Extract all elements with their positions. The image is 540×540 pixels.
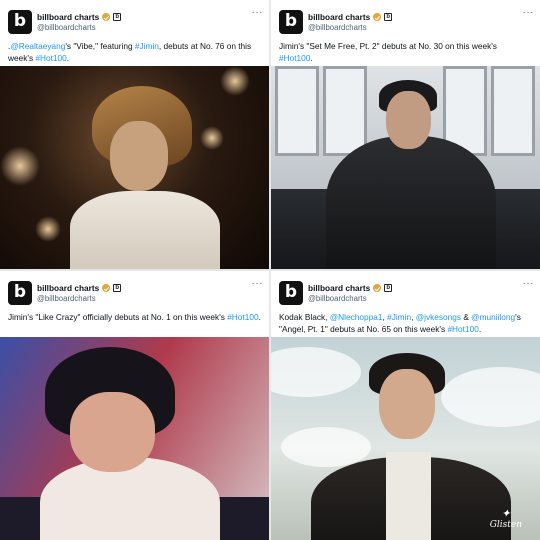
verified-badge-icon — [373, 284, 382, 292]
more-options-icon[interactable]: ··· — [252, 279, 264, 289]
verified-badge-icon — [102, 284, 111, 292]
tweet-text-segment: Kodak Black, — [279, 312, 330, 322]
more-options-icon[interactable]: ··· — [523, 8, 535, 18]
affiliate-badge-icon: b — [384, 284, 393, 292]
tweet-header: b billboard charts b @billboardcharts ··… — [8, 279, 263, 307]
affiliate-badge-icon: b — [113, 13, 122, 21]
account-name[interactable]: billboard charts — [37, 12, 99, 22]
tweet-header: b billboard charts b @billboardcharts ··… — [279, 8, 534, 36]
watermark-text: Glisten — [489, 520, 522, 530]
avatar[interactable]: b — [279, 281, 303, 305]
tweet-text-segment: Jimin's "Like Crazy" officially debuts a… — [8, 312, 228, 322]
name-row: billboard charts b — [308, 11, 393, 23]
tweet-text-segment: . — [66, 53, 70, 63]
mention-link[interactable]: @Realtaeyang — [10, 41, 65, 51]
verified-badge-icon — [102, 13, 111, 21]
name-row: billboard charts b — [37, 11, 122, 23]
hashtag-link[interactable]: #Jimin — [135, 41, 159, 51]
verified-badge-icon — [373, 13, 382, 21]
tweet-card[interactable]: b billboard charts b @billboardcharts ··… — [0, 271, 269, 540]
tweet-text: Jimin's "Set Me Free, Pt. 2" debuts at N… — [279, 40, 532, 64]
tweet-card[interactable]: b billboard charts b @billboardcharts ··… — [271, 0, 540, 269]
tweet-text-segment: Jimin's "Set Me Free, Pt. 2" debuts at N… — [279, 41, 497, 51]
tweet-photo[interactable]: ✦ Glisten — [271, 337, 540, 540]
more-options-icon[interactable]: ··· — [523, 279, 535, 289]
tweet-text-segment: 's "Vibe," featuring — [65, 41, 135, 51]
tweet-photo[interactable] — [0, 66, 269, 269]
hashtag-link[interactable]: #Hot100 — [279, 53, 310, 63]
tweet-card[interactable]: b billboard charts b @billboardcharts ··… — [0, 0, 269, 269]
hashtag-link[interactable]: #Hot100 — [227, 312, 258, 322]
mention-link[interactable]: @jvkesongs — [416, 312, 461, 322]
tweet-text: .@Realtaeyang's "Vibe," featuring #Jimin… — [8, 40, 261, 64]
mention-link[interactable]: @Nlechoppa1 — [330, 312, 383, 322]
more-options-icon[interactable]: ··· — [252, 8, 264, 18]
mention-link[interactable]: @muniilong — [471, 312, 515, 322]
tweet-photo[interactable] — [271, 66, 540, 269]
avatar[interactable]: b — [8, 281, 32, 305]
tweet-grid: b billboard charts b @billboardcharts ··… — [0, 0, 540, 540]
account-handle[interactable]: @billboardcharts — [308, 23, 367, 32]
hashtag-link[interactable]: #Jimin — [387, 312, 411, 322]
name-row: billboard charts b — [308, 282, 393, 294]
hashtag-link[interactable]: #Hot100 — [447, 324, 478, 334]
tweet-card[interactable]: b billboard charts b @billboardcharts ··… — [271, 271, 540, 540]
tweet-header: b billboard charts b @billboardcharts ··… — [8, 8, 263, 36]
tweet-text: Kodak Black, @Nlechoppa1, #Jimin, @jvkes… — [279, 311, 532, 335]
tweet-text-segment: . — [310, 53, 313, 63]
account-name[interactable]: billboard charts — [308, 12, 370, 22]
name-row: billboard charts b — [37, 282, 122, 294]
tweet-text-segment: . — [258, 312, 261, 322]
affiliate-badge-icon: b — [113, 284, 122, 292]
tweet-text: Jimin's "Like Crazy" officially debuts a… — [8, 311, 261, 323]
watermark: ✦ Glisten — [490, 507, 522, 530]
affiliate-badge-icon: b — [384, 13, 393, 21]
tweet-text-segment: . — [478, 324, 482, 334]
tweet-text-segment: & — [461, 312, 472, 322]
account-name[interactable]: billboard charts — [308, 283, 370, 293]
account-handle[interactable]: @billboardcharts — [37, 294, 96, 303]
account-handle[interactable]: @billboardcharts — [308, 294, 367, 303]
avatar[interactable]: b — [8, 10, 32, 34]
tweet-header: b billboard charts b @billboardcharts ··… — [279, 279, 534, 307]
watermark-mark: ✦ — [501, 507, 511, 520]
tweet-photo[interactable] — [0, 337, 269, 540]
account-handle[interactable]: @billboardcharts — [37, 23, 96, 32]
avatar[interactable]: b — [279, 10, 303, 34]
hashtag-link[interactable]: #Hot100 — [35, 53, 66, 63]
account-name[interactable]: billboard charts — [37, 283, 99, 293]
